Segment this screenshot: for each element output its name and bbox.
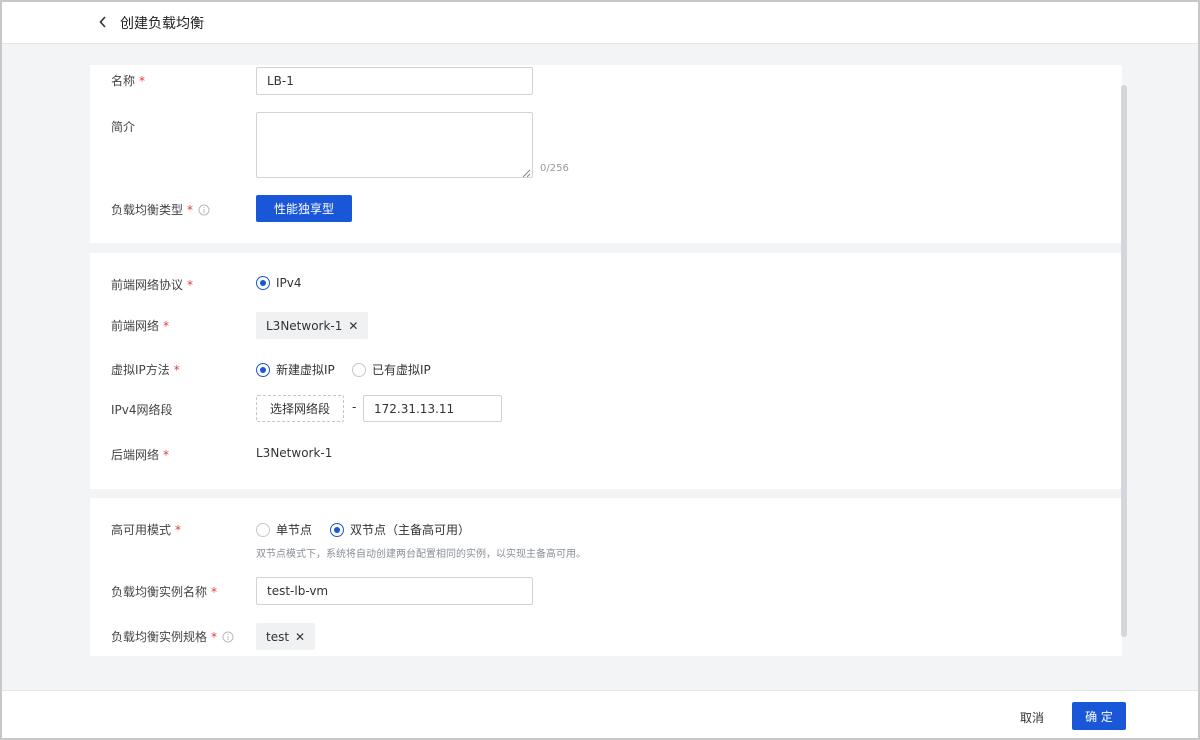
- info-icon[interactable]: [222, 631, 234, 643]
- close-icon[interactable]: ✕: [348, 319, 358, 333]
- radio-new-vip[interactable]: 新建虚拟IP: [256, 361, 335, 378]
- required-mark: *: [139, 73, 146, 88]
- frontend-protocol-label: 前端网络协议 *: [111, 277, 194, 293]
- radio-unchecked-icon: [352, 362, 366, 377]
- radio-checked-icon: [256, 362, 270, 377]
- ipv4-address-input[interactable]: [363, 395, 502, 422]
- scrollbar-thumb[interactable]: [1121, 85, 1127, 637]
- description-textarea[interactable]: [256, 112, 533, 178]
- instance-spec-tag: test ✕: [256, 623, 316, 650]
- backend-network-label: 后端网络 *: [111, 447, 170, 463]
- instance-spec-label: 负载均衡实例规格 *: [111, 628, 234, 645]
- page-footer: 取消 确 定: [2, 690, 1198, 738]
- confirm-button[interactable]: 确 定: [1072, 702, 1126, 730]
- radio-checked-icon: [256, 276, 270, 290]
- basic-info-section: 名称* 简介 0/256 负载均衡类型* 性能独享型: [90, 65, 1122, 243]
- app-window: 创建负载均衡 名称* 简介 0/256 负载均衡类型* 性能独享型: [0, 0, 1200, 740]
- vertical-scrollbar[interactable]: [1121, 85, 1127, 637]
- description-counter: 0/256: [540, 163, 569, 174]
- lb-type-button[interactable]: 性能独享型: [256, 195, 352, 222]
- network-section: 前端网络协议 * IPv4 前端网络 * L3Network-1 ✕ 虚拟IP方法 *…: [90, 253, 1122, 489]
- vip-method-label: 虚拟IP方法 *: [111, 362, 180, 378]
- lb-type-label: 负载均衡类型 *: [111, 201, 210, 218]
- page-title: 创建负载均衡: [120, 16, 204, 32]
- instance-name-input[interactable]: [256, 577, 533, 605]
- page-header: 创建负载均衡: [2, 2, 1198, 44]
- radio-dual-node[interactable]: 双节点（主备高可用）: [330, 521, 470, 538]
- radio-unchecked-icon: [256, 522, 270, 537]
- ha-section: 高可用模式 * 单节点 双节点（主备高可用） 双节点模式下，系统将自动创建两台配置…: [90, 498, 1122, 656]
- frontend-network-label: 前端网络 *: [111, 318, 170, 334]
- frontend-network-tag: L3Network-1 ✕: [256, 312, 369, 339]
- description-label: 简介: [111, 120, 136, 134]
- cancel-button[interactable]: 取消: [1020, 704, 1044, 730]
- radio-existing-vip[interactable]: 已有虚拟IP: [352, 361, 431, 378]
- name-input[interactable]: [256, 67, 533, 95]
- resize-grip-icon[interactable]: [522, 169, 531, 178]
- radio-single-node[interactable]: 单节点: [256, 521, 312, 538]
- segment-separator: -: [352, 400, 357, 414]
- info-icon[interactable]: [198, 204, 210, 216]
- radio-ipv4[interactable]: IPv4: [256, 276, 302, 290]
- ha-mode-label: 高可用模式 *: [111, 522, 182, 538]
- radio-checked-icon: [330, 522, 344, 537]
- select-segment-button[interactable]: 选择网络段: [256, 395, 344, 422]
- ha-hint: 双节点模式下，系统将自动创建两台配置相同的实例，以实现主备高可用。: [256, 549, 586, 560]
- instance-name-label: 负载均衡实例名称 *: [111, 584, 218, 600]
- name-label: 名称 *: [111, 73, 146, 89]
- ipv4-segment-label: IPv4网络段: [111, 403, 173, 417]
- chevron-left-icon[interactable]: [96, 15, 110, 29]
- backend-network-value: L3Network-1: [256, 446, 333, 460]
- form-scroll-area: 名称* 简介 0/256 负载均衡类型* 性能独享型 前端网络协议*: [2, 45, 1198, 690]
- close-icon[interactable]: ✕: [295, 630, 305, 644]
